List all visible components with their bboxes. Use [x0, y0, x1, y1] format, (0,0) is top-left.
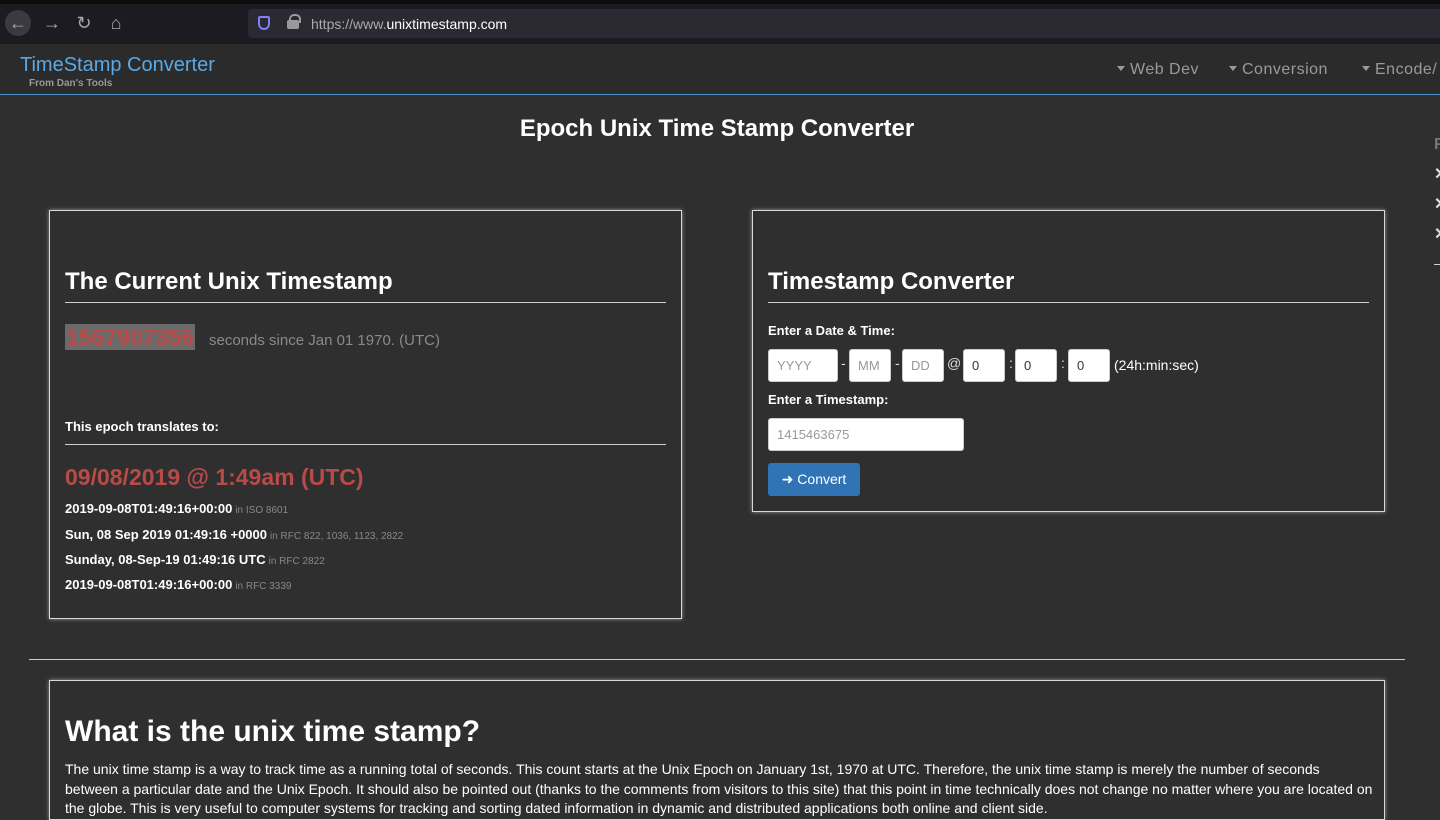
address-bar[interactable]: https://www.unixtimestamp.com: [248, 9, 1440, 38]
what-is-panel: What is the unix time stamp? The unix ti…: [49, 680, 1385, 820]
current-timestamp-value: 1567907356: [65, 324, 195, 350]
month-input[interactable]: MM: [849, 349, 891, 382]
what-is-heading: What is the unix time stamp?: [65, 715, 481, 748]
seconds-since-text: seconds since Jan 01 1970. (UTC): [209, 332, 440, 349]
date-time-label: Enter a Date & Time:: [768, 323, 895, 338]
close-icon[interactable]: ✕: [1434, 224, 1440, 244]
home-icon[interactable]: ⌂: [103, 10, 129, 36]
edge-letter: F: [1434, 136, 1440, 153]
minute-input[interactable]: 0: [1015, 349, 1057, 382]
date-separator: -: [895, 355, 900, 371]
caret-down-icon: [1117, 66, 1125, 71]
brand-link[interactable]: TimeStamp Converter: [20, 54, 215, 77]
day-input[interactable]: DD: [902, 349, 944, 382]
second-input[interactable]: 0: [1068, 349, 1110, 382]
nav-conversion[interactable]: Conversion: [1229, 61, 1328, 79]
heading-rule: [768, 302, 1369, 303]
edge-divider: [1434, 264, 1440, 265]
site-header: TimeStamp Converter From Dan's Tools Web…: [0, 44, 1440, 95]
close-icon[interactable]: ✕: [1434, 164, 1440, 184]
timestamp-label: Enter a Timestamp:: [768, 392, 889, 407]
time-format-hint: (24h:min:sec): [1114, 357, 1199, 373]
convert-button[interactable]: ➜ Convert: [768, 463, 860, 496]
lock-icon[interactable]: [287, 14, 301, 29]
current-timestamp-heading: The Current Unix Timestamp: [65, 268, 393, 295]
time-separator: :: [1009, 355, 1013, 371]
date-separator: -: [841, 355, 846, 371]
shield-icon[interactable]: [258, 16, 270, 30]
human-date: 09/08/2019 @ 1:49am (UTC): [65, 464, 364, 490]
close-icon[interactable]: ✕: [1434, 194, 1440, 214]
hour-input[interactable]: 0: [963, 349, 1005, 382]
converter-panel: Timestamp Converter Enter a Date & Time:…: [752, 210, 1385, 512]
page-title: Epoch Unix Time Stamp Converter: [519, 115, 915, 142]
forward-icon[interactable]: →: [39, 10, 65, 36]
time-separator: :: [1061, 355, 1065, 371]
translates-label: This epoch translates to:: [65, 419, 219, 434]
nav-encode[interactable]: Encode/: [1362, 61, 1437, 79]
brand-subtitle[interactable]: From Dan's Tools: [29, 78, 112, 89]
section-divider: [29, 659, 1405, 660]
browser-toolbar: ← → ↻ ⌂ https://www.unixtimestamp.com: [0, 0, 1440, 44]
current-timestamp-panel: The Current Unix Timestamp 1567907356 se…: [49, 210, 682, 619]
format-iso8601: 2019-09-08T01:49:16+00:00 in ISO 8601: [65, 501, 289, 516]
format-rfc2822: Sunday, 08-Sep-19 01:49:16 UTC in RFC 282…: [65, 552, 325, 567]
reload-icon[interactable]: ↻: [71, 10, 97, 36]
format-rfc3339: 2019-09-08T01:49:16+00:00 in RFC 3339: [65, 577, 292, 592]
translates-rule: [65, 444, 666, 445]
converter-heading: Timestamp Converter: [768, 268, 1015, 295]
timestamp-input[interactable]: 1415463675: [768, 418, 964, 451]
tab-strip: [0, 0, 1440, 4]
url-text[interactable]: https://www.unixtimestamp.com: [311, 16, 507, 32]
caret-down-icon: [1362, 66, 1370, 71]
at-symbol: @: [947, 355, 962, 371]
nav-web-dev[interactable]: Web Dev: [1117, 61, 1199, 79]
caret-down-icon: [1229, 66, 1237, 71]
year-input[interactable]: YYYY: [768, 349, 838, 382]
heading-rule: [65, 302, 666, 303]
arrow-right-icon: ➜: [781, 471, 798, 487]
format-rfc822: Sun, 08 Sep 2019 01:49:16 +0000 in RFC 82…: [65, 527, 404, 542]
back-icon[interactable]: ←: [5, 10, 31, 36]
